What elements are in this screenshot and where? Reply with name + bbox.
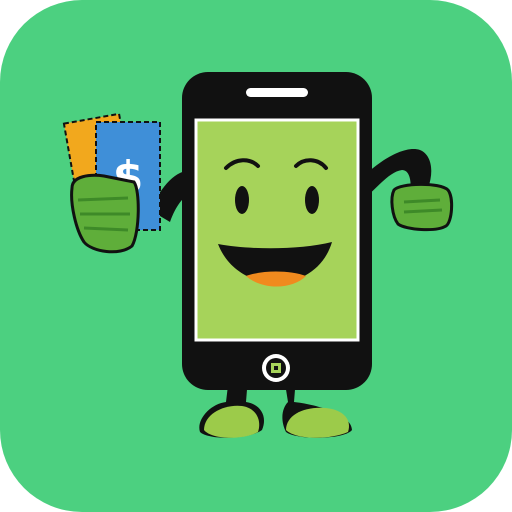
mascot-right-hand xyxy=(390,182,454,232)
app-icon: $ xyxy=(0,0,512,512)
phone-screen xyxy=(194,118,360,342)
phone-mascot-with-cash-icon: $ xyxy=(0,0,512,512)
phone-home-button xyxy=(262,354,290,382)
mascot-left-hand xyxy=(70,173,140,254)
phone-speaker xyxy=(246,88,308,97)
